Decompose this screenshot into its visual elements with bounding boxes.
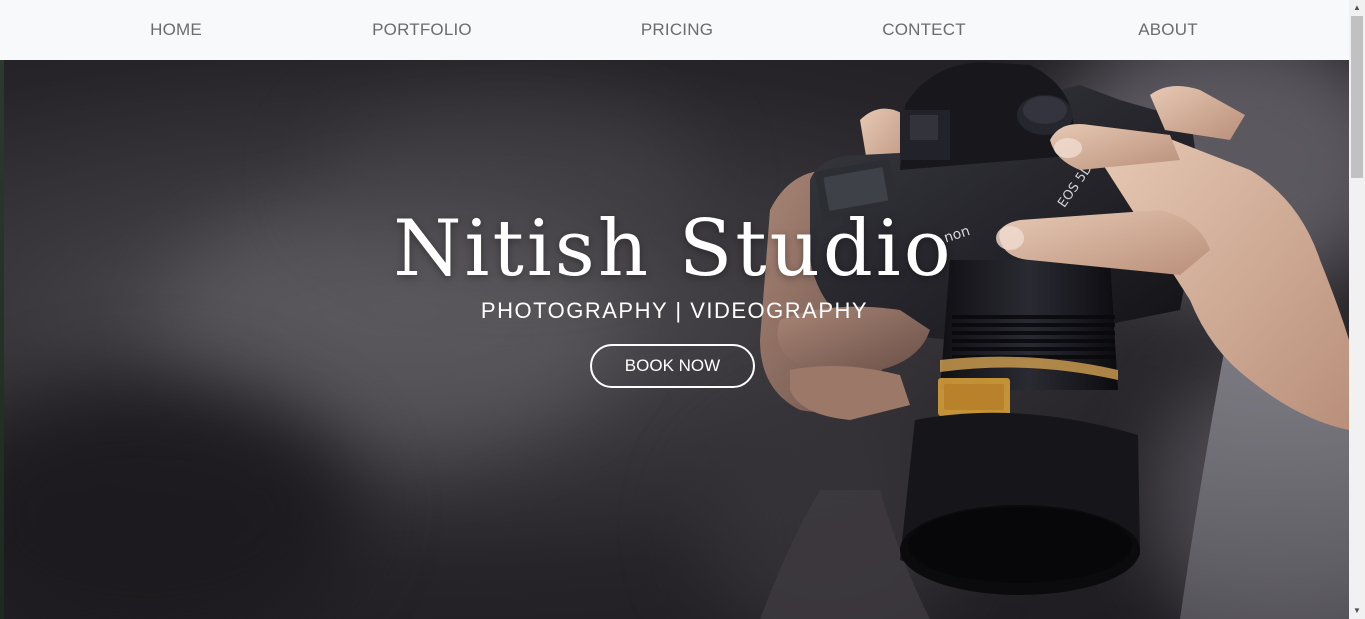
nav-contact-link[interactable]: CONTECT	[882, 0, 966, 60]
nav-about-link[interactable]: ABOUT	[1138, 0, 1198, 60]
nav-home-link[interactable]: HOME	[150, 0, 202, 60]
nav-pricing-link[interactable]: PRICING	[641, 0, 713, 60]
page: HOME PORTFOLIO PRICING CONTECT ABOUT EOS…	[0, 0, 1349, 619]
hero-subtitle: PHOTOGRAPHY | VIDEOGRAPHY	[480, 298, 869, 323]
nav-portfolio-link[interactable]: PORTFOLIO	[372, 0, 472, 60]
scrollbar-thumb[interactable]	[1351, 16, 1363, 178]
hero-section: EOS 5D non Nitish Studio PHOTOGRAPHY | V…	[0, 60, 1349, 619]
scroll-down-arrow-icon[interactable]: ▼	[1349, 603, 1365, 619]
camera-hands-illustration: EOS 5D non	[760, 62, 1349, 619]
hero-left-edge	[0, 60, 4, 619]
hero-title: Nitish Studio	[393, 204, 954, 294]
vertical-scrollbar[interactable]: ▲ ▼	[1349, 0, 1365, 619]
top-navbar: HOME PORTFOLIO PRICING CONTECT ABOUT	[0, 0, 1349, 60]
book-now-button[interactable]: BOOK NOW	[590, 344, 755, 388]
scroll-up-arrow-icon[interactable]: ▲	[1349, 0, 1365, 16]
